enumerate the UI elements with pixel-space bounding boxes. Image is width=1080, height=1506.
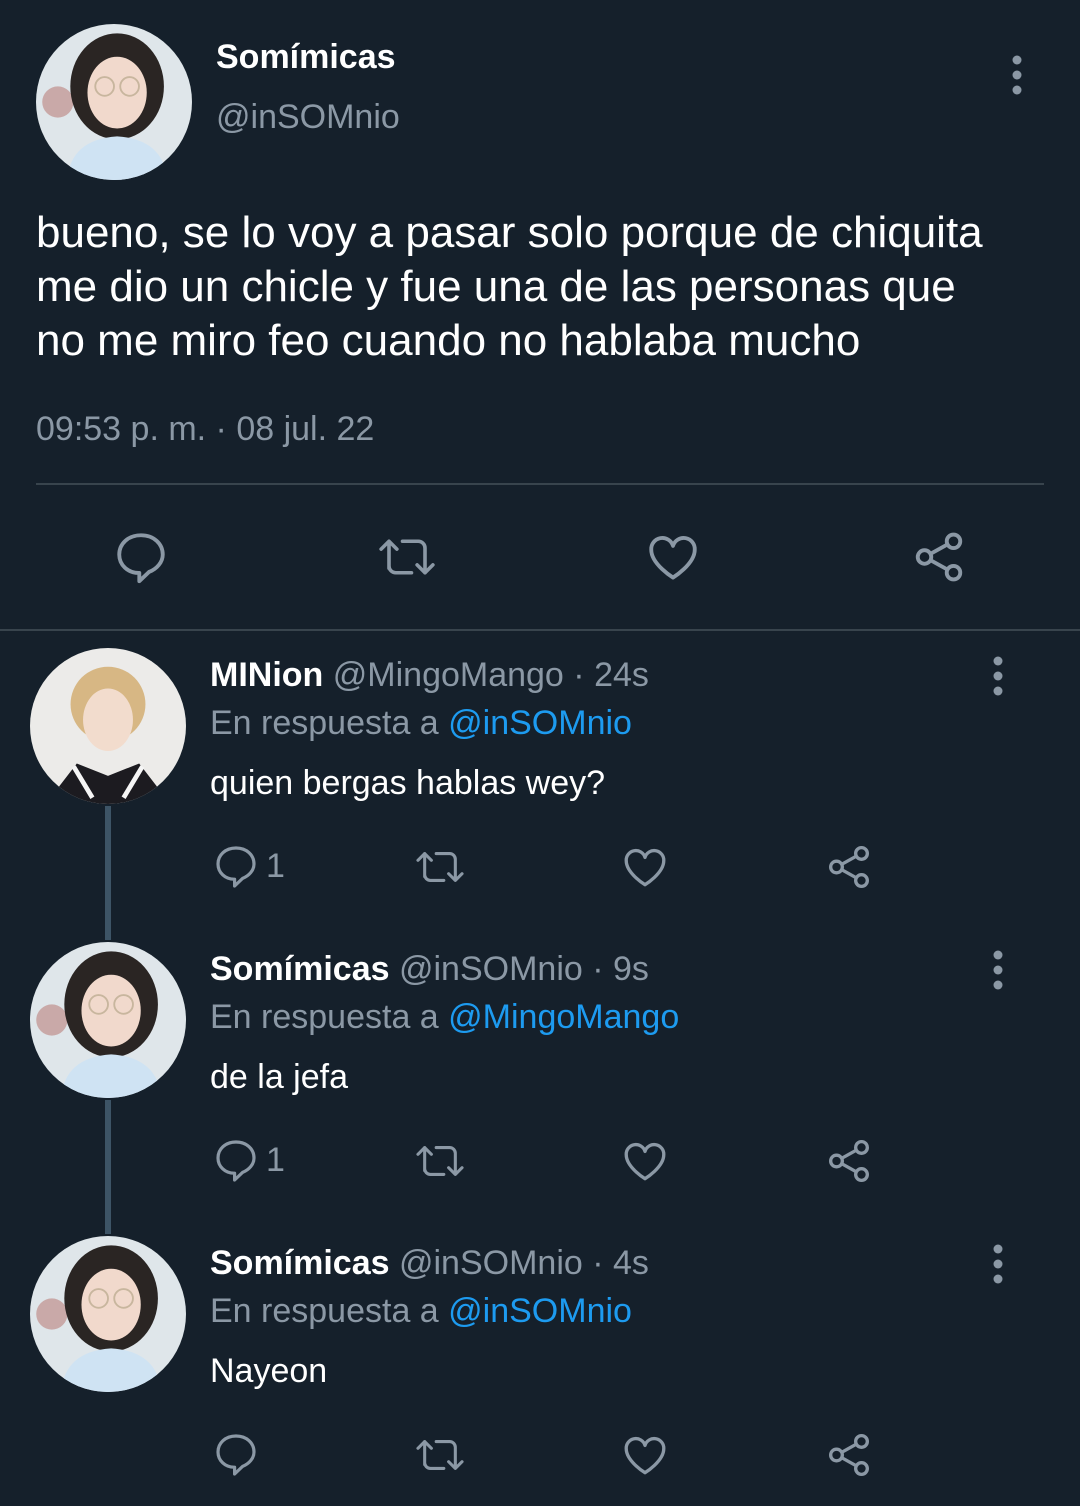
like-icon	[649, 536, 697, 580]
tweet-text: bueno, se lo voy a pasar solo porque de …	[36, 206, 983, 368]
tweet-text-line: me dio un chicle y fue una de las person…	[36, 262, 956, 311]
avatar[interactable]	[30, 942, 186, 1098]
reply-button[interactable]: 1	[212, 842, 285, 890]
share-icon	[915, 532, 963, 582]
reply-button[interactable]: 1	[212, 1136, 285, 1184]
share-button[interactable]	[910, 528, 968, 586]
reply-display-name[interactable]: Somímicas	[210, 1244, 390, 1282]
retweet-icon	[379, 539, 435, 575]
replying-to-label: En respuesta a	[210, 1292, 439, 1330]
section-divider	[0, 629, 1080, 631]
replying-to: En respuesta a @inSOMnio	[210, 704, 632, 743]
retweet-button[interactable]	[412, 1432, 468, 1478]
like-button[interactable]	[644, 528, 702, 586]
more-options-icon	[993, 1244, 1003, 1284]
reply-header: Somímicas @inSOMnio · 4s	[210, 1244, 649, 1283]
reply-text: Nayeon	[210, 1352, 328, 1390]
retweet-button[interactable]	[374, 530, 440, 584]
reply-time[interactable]: · 24s	[573, 656, 649, 694]
like-icon	[624, 1142, 666, 1181]
replying-to-label: En respuesta a	[210, 998, 439, 1036]
author-handle[interactable]: @inSOMnio	[216, 98, 400, 137]
more-options-icon	[993, 656, 1003, 696]
like-icon	[624, 848, 666, 887]
reply-display-name[interactable]: Somímicas	[210, 950, 390, 988]
reply-time[interactable]: · 9s	[592, 950, 649, 988]
retweet-button[interactable]	[412, 844, 468, 890]
reply-header: Somímicas @inSOMnio · 9s	[210, 950, 649, 989]
like-icon	[624, 1436, 666, 1475]
thread-line	[105, 806, 111, 940]
share-icon	[829, 845, 869, 889]
avatar[interactable]	[36, 24, 192, 180]
retweet-icon	[416, 1440, 464, 1470]
reply-display-name[interactable]: MINion	[210, 656, 323, 694]
retweet-button[interactable]	[412, 1138, 468, 1184]
comment-icon	[216, 846, 256, 888]
reply-text: quien bergas hablas wey?	[210, 764, 606, 802]
replying-to-handle[interactable]: @MingoMango	[448, 998, 679, 1036]
share-icon	[829, 1433, 869, 1477]
reply-count: 1	[266, 846, 285, 885]
more-options-button[interactable]	[978, 651, 1018, 701]
tweet-text-line: bueno, se lo voy a pasar solo porque de …	[36, 208, 983, 257]
reply-header: MINion @MingoMango · 24s	[210, 656, 649, 695]
avatar[interactable]	[30, 648, 186, 804]
like-button[interactable]	[620, 1430, 670, 1480]
replying-to-handle[interactable]: @inSOMnio	[448, 704, 632, 742]
more-options-icon	[993, 950, 1003, 990]
comment-icon	[216, 1140, 256, 1182]
share-icon	[829, 1139, 869, 1183]
reply-handle[interactable]: @MingoMango	[333, 656, 564, 694]
more-options-button[interactable]	[978, 945, 1018, 995]
reply-count: 1	[266, 1140, 285, 1179]
reply-text: de la jefa	[210, 1058, 348, 1096]
share-button[interactable]	[824, 1430, 874, 1480]
author-display-name[interactable]: Somímicas	[216, 38, 396, 77]
tweet-text-line: no me miro feo cuando no hablaba mucho	[36, 316, 861, 365]
comment-icon	[216, 1434, 256, 1476]
more-options-button[interactable]	[978, 1239, 1018, 1289]
more-options-button[interactable]	[997, 50, 1037, 100]
replying-to-handle[interactable]: @inSOMnio	[448, 1292, 632, 1330]
reply-time[interactable]: · 4s	[592, 1244, 649, 1282]
replying-to-label: En respuesta a	[210, 704, 439, 742]
share-button[interactable]	[824, 1136, 874, 1186]
comment-icon	[117, 533, 165, 584]
avatar[interactable]	[30, 1236, 186, 1392]
like-button[interactable]	[620, 1136, 670, 1186]
divider	[36, 483, 1044, 485]
reply-button[interactable]	[212, 1430, 266, 1478]
retweet-icon	[416, 1146, 464, 1176]
reply-handle[interactable]: @inSOMnio	[399, 950, 583, 988]
more-options-icon	[1012, 55, 1022, 95]
reply-button[interactable]	[112, 528, 170, 586]
like-button[interactable]	[620, 842, 670, 892]
share-button[interactable]	[824, 842, 874, 892]
replying-to: En respuesta a @inSOMnio	[210, 1292, 632, 1331]
replying-to: En respuesta a @MingoMango	[210, 998, 679, 1037]
reply-handle[interactable]: @inSOMnio	[399, 1244, 583, 1282]
thread-line	[105, 1100, 111, 1234]
retweet-icon	[416, 852, 464, 882]
tweet-timestamp[interactable]: 09:53 p. m. · 08 jul. 22	[36, 410, 374, 449]
